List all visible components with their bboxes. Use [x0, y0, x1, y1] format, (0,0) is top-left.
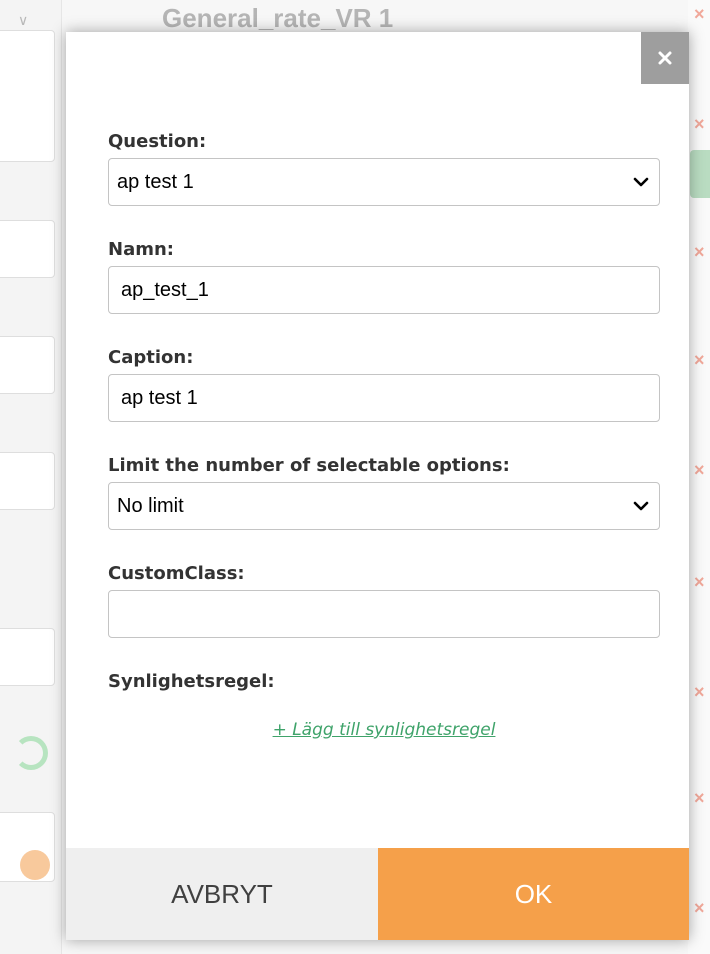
close-icon: × — [694, 114, 705, 134]
limit-field-group: Limit the number of selectable options: … — [108, 454, 660, 562]
background-status-dot — [20, 850, 50, 880]
dialog-close-button[interactable] — [641, 32, 689, 84]
namn-input[interactable]: ap_test_1 — [108, 266, 660, 314]
background-green-tab — [690, 150, 710, 198]
close-icon: × — [694, 572, 705, 592]
background-title: General_rate_VR 1 — [162, 3, 394, 33]
question-select[interactable]: ap test 1 — [108, 158, 660, 206]
settings-form: Question: ap test 1 Namn: ap_test_1 Capt… — [108, 130, 660, 740]
background-field — [0, 336, 55, 394]
add-visibility-rule-link[interactable]: + Lägg till synlighetsregel — [108, 720, 660, 740]
custom-class-field-group: CustomClass: — [108, 562, 660, 670]
background-field — [0, 30, 55, 162]
custom-class-label: CustomClass: — [108, 563, 245, 584]
custom-class-input[interactable] — [108, 590, 660, 638]
visibility-field-group: Synlighetsregel: + Lägg till synlighetsr… — [108, 670, 660, 740]
close-icon: × — [694, 898, 705, 918]
caption-label: Caption: — [108, 347, 194, 368]
namn-field-group: Namn: ap_test_1 — [108, 238, 660, 346]
close-icon: × — [694, 242, 705, 262]
limit-select-value: No limit — [117, 494, 184, 517]
question-label: Question: — [108, 131, 207, 152]
cancel-button[interactable]: AVBRYT — [66, 848, 378, 940]
limit-label: Limit the number of selectable options: — [108, 455, 510, 476]
chevron-down-icon — [633, 501, 649, 511]
background-field — [0, 452, 55, 510]
question-select-value: ap test 1 — [117, 170, 194, 193]
chevron-down-icon: ∨ — [18, 12, 29, 28]
close-icon: × — [694, 460, 705, 480]
close-icon: × — [694, 350, 705, 370]
ok-button[interactable]: OK — [378, 848, 689, 940]
background-field — [0, 628, 55, 686]
close-icon: × — [694, 788, 705, 808]
close-icon: × — [694, 4, 705, 24]
question-settings-dialog: Question: ap test 1 Namn: ap_test_1 Capt… — [66, 32, 689, 940]
background-field — [0, 220, 55, 278]
close-icon — [658, 51, 672, 65]
question-field-group: Question: ap test 1 — [108, 130, 660, 238]
chevron-down-icon — [633, 177, 649, 187]
caption-input[interactable]: ap test 1 — [108, 374, 660, 422]
namn-label: Namn: — [108, 239, 174, 260]
limit-select[interactable]: No limit — [108, 482, 660, 530]
background-toggle-icon — [14, 736, 48, 770]
dialog-footer: AVBRYT OK — [66, 848, 689, 940]
visibility-label: Synlighetsregel: — [108, 671, 275, 692]
close-icon: × — [694, 682, 705, 702]
caption-field-group: Caption: ap test 1 — [108, 346, 660, 454]
